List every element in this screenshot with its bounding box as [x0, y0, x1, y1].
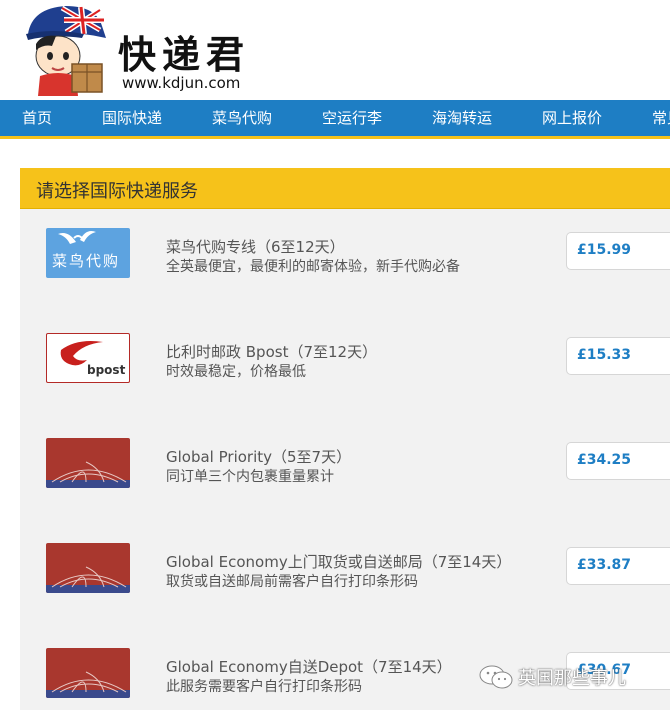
- price-box[interactable]: £15.99: [566, 232, 670, 270]
- service-name: Global Economy自送Depot（7至14天）: [166, 658, 452, 676]
- service-row[interactable]: Global Economy上门取货或自送邮局（7至14天） 取货或自送邮局前需…: [20, 525, 670, 630]
- nav-item-cainiao-purchase[interactable]: 菜鸟代购: [212, 100, 272, 136]
- service-row[interactable]: bpost 比利时邮政 Bpost（7至12天） 时效最稳定，价格最低 £15.…: [20, 315, 670, 420]
- service-desc: 此服务需要客户自行打印条形码: [166, 679, 362, 695]
- nav-item-online-quote[interactable]: 网上报价: [542, 100, 602, 136]
- service-row[interactable]: Global Priority（5至7天） 同订单三个内包裹重量累计 £34.2…: [20, 420, 670, 525]
- mascot-logo-icon[interactable]: [22, 4, 108, 98]
- nav-item-air-luggage[interactable]: 空运行李: [322, 100, 382, 136]
- main-nav: 首页 国际快递 菜鸟代购 空运行李 海淘转运 网上报价 常见: [0, 100, 670, 139]
- cainiao-logo-text: 菜鸟代购: [52, 252, 121, 270]
- service-name: Global Priority（5至7天）: [166, 448, 352, 466]
- service-price: £15.33: [577, 347, 632, 363]
- price-box[interactable]: £34.25: [566, 442, 670, 480]
- service-desc: 时效最稳定，价格最低: [166, 364, 306, 380]
- bpost-logo-text: bpost: [87, 363, 126, 377]
- service-price: £34.25: [577, 452, 632, 468]
- nav-item-international-express[interactable]: 国际快递: [102, 100, 162, 136]
- brand-url[interactable]: www.kdjun.com: [122, 74, 240, 92]
- price-box[interactable]: £15.33: [566, 337, 670, 375]
- royal-mail-logo: [46, 438, 130, 488]
- price-box[interactable]: £33.87: [566, 547, 670, 585]
- royal-mail-globe-icon: [46, 671, 130, 698]
- wechat-icon: [479, 665, 513, 689]
- service-desc: 全英最便宜，最便利的邮寄体验，新手代购必备: [166, 259, 460, 275]
- royal-mail-globe-icon: [46, 566, 130, 593]
- panel-title-bar: 请选择国际快递服务: [20, 168, 670, 209]
- watermark: 英国那些事儿: [478, 662, 670, 692]
- nav-item-faq[interactable]: 常见: [652, 100, 670, 136]
- service-row[interactable]: 菜鸟代购 菜鸟代购专线（6至12天） 全英最便宜，最便利的邮寄体验，新手代购必备…: [20, 210, 670, 315]
- nav-item-home[interactable]: 首页: [22, 100, 52, 136]
- service-desc: 同订单三个内包裹重量累计: [166, 469, 334, 485]
- service-name: Global Economy上门取货或自送邮局（7至14天）: [166, 553, 512, 571]
- service-name: 菜鸟代购专线（6至12天）: [166, 238, 345, 256]
- royal-mail-logo: [46, 648, 130, 698]
- service-price: £33.87: [577, 557, 632, 573]
- service-price: £15.99: [577, 242, 632, 258]
- service-desc: 取货或自送邮局前需客户自行打印条形码: [166, 574, 418, 590]
- royal-mail-globe-icon: [46, 461, 130, 488]
- royal-mail-logo: [46, 543, 130, 593]
- brand-title[interactable]: 快递君: [118, 24, 250, 79]
- service-name: 比利时邮政 Bpost（7至12天）: [166, 343, 378, 361]
- watermark-text: 英国那些事儿: [518, 668, 626, 689]
- site-header: 快递君 www.kdjun.com: [0, 0, 670, 100]
- panel-title: 请选择国际快递服务: [36, 181, 198, 202]
- nav-item-forwarding[interactable]: 海淘转运: [432, 100, 492, 136]
- cainiao-logo: 菜鸟代购: [46, 228, 130, 278]
- service-panel: 请选择国际快递服务 菜鸟代购 菜鸟代购专线（6至12天） 全英最便宜，最便利的邮…: [20, 168, 670, 710]
- bpost-logo: bpost: [46, 333, 130, 383]
